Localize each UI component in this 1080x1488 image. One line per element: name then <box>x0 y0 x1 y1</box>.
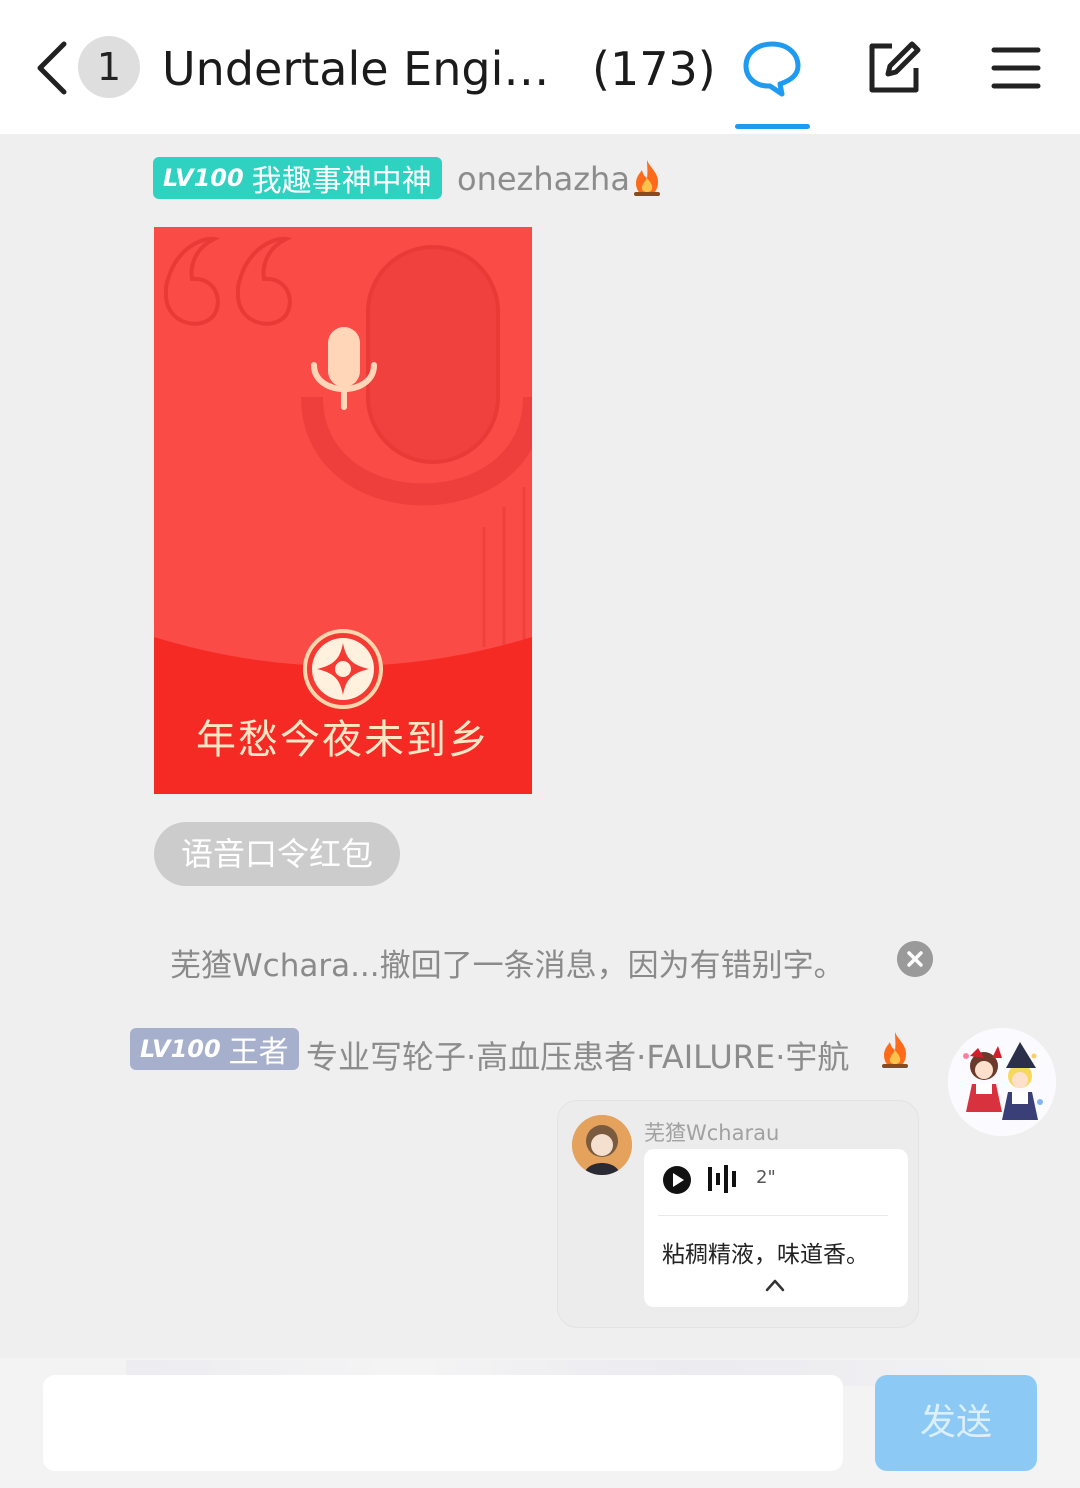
sender-avatar[interactable] <box>948 1028 1056 1136</box>
quoted-user-name: 芜猹Wcharau <box>644 1121 780 1145</box>
send-button[interactable]: 发送 <box>875 1375 1037 1471</box>
chat-tab-indicator <box>735 124 810 129</box>
level-badge: LV100 王者 <box>130 1028 299 1070</box>
voice-transcript: 粘稠精液，味道香。 <box>662 1242 869 1268</box>
chat-header: 1 Undertale Engine… (173) <box>0 0 1080 134</box>
level-label: LV100 <box>163 164 244 192</box>
member-count: (173) <box>592 42 716 96</box>
play-icon[interactable] <box>662 1165 692 1195</box>
back-icon[interactable] <box>30 36 78 100</box>
divider <box>658 1215 888 1216</box>
chevron-up-icon[interactable] <box>764 1277 786 1293</box>
avatar-illustration <box>948 1028 1056 1136</box>
edit-icon[interactable] <box>864 38 924 98</box>
menu-icon[interactable] <box>986 38 1046 98</box>
voice-wave-icon <box>708 1165 736 1193</box>
group-title: Undertale Engine… <box>162 42 572 96</box>
user-title: 我趣事神中神 <box>251 164 432 199</box>
red-packet-phrase: 年愁今夜未到乡 <box>196 717 490 763</box>
voice-message[interactable]: 2" 粘稠精液，味道香。 <box>644 1149 908 1307</box>
close-icon[interactable] <box>897 941 933 977</box>
recall-notice: 芜猹Wchara...撤回了一条消息，因为有错别字。 <box>170 948 845 984</box>
user-title: 王者 <box>228 1035 289 1070</box>
message-input[interactable] <box>43 1375 843 1471</box>
level-badge: LV100 我趣事神中神 <box>153 157 442 199</box>
fire-icon <box>882 1032 908 1068</box>
level-label: LV100 <box>140 1035 221 1063</box>
red-packet-type-label: 语音口令红包 <box>154 822 400 886</box>
quoted-user-avatar <box>572 1115 632 1175</box>
sender-name[interactable]: 专业写轮子·高血压患者·FAILURE·宇航 <box>306 1032 849 1078</box>
fire-icon <box>634 160 660 196</box>
voice-duration: 2" <box>756 1167 776 1188</box>
unread-count-badge[interactable]: 1 <box>78 36 140 98</box>
chat-bubble-icon[interactable] <box>742 38 802 98</box>
quoted-message-card[interactable]: 芜猹Wcharau 2" 粘稠精液，味道香。 <box>557 1100 919 1328</box>
red-packet-card[interactable]: 年愁今夜未到乡 <box>154 227 532 794</box>
sender-name[interactable]: onezhazha <box>457 160 630 198</box>
